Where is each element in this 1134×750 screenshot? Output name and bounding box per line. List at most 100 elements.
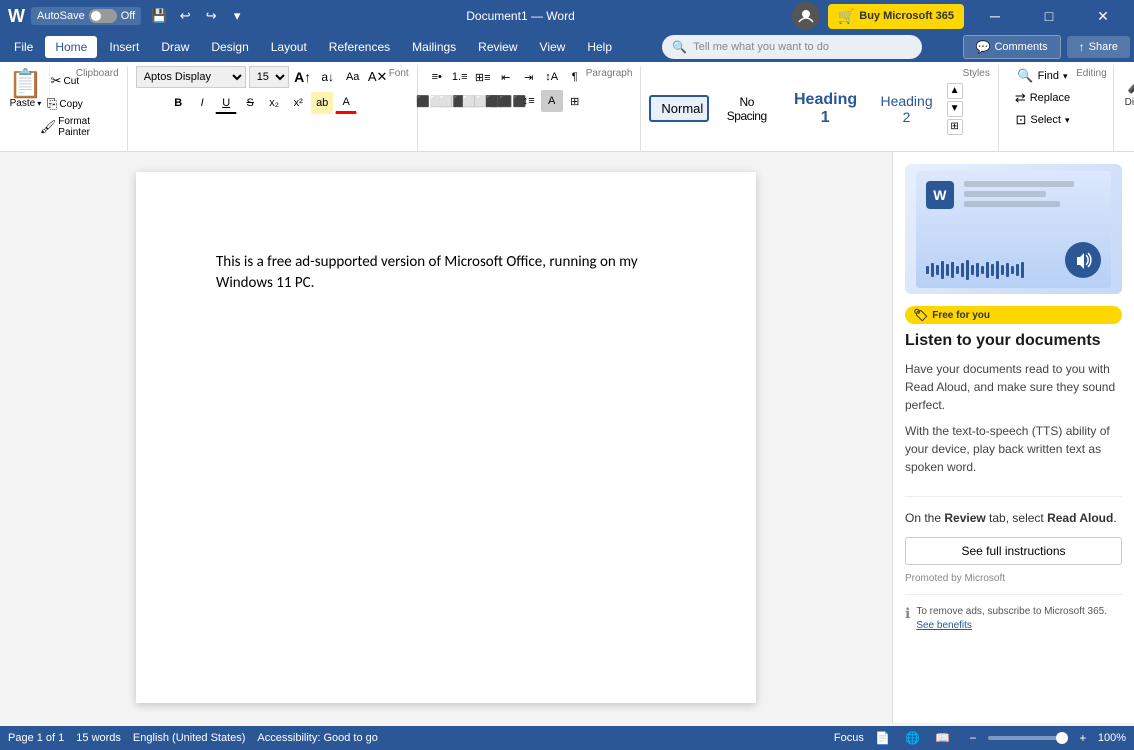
document-area[interactable]: This is a free ad-supported version of M… — [0, 152, 892, 723]
buy-label: Buy Microsoft 365 — [859, 10, 954, 22]
styles-expand[interactable]: ⊞ — [947, 119, 963, 135]
search-placeholder: Tell me what you want to do — [693, 41, 829, 53]
show-marks-button[interactable]: ¶ — [564, 66, 586, 88]
paragraph-group: ≡• 1.≡ ⊞≡ ⇤ ⇥ ↕A ¶ ⬛⬜⬜ ⬜⬛⬜ ⬜⬜⬛ ⬛⬛⬛ ↕≡ A … — [418, 66, 642, 151]
font-row-2: B I U S x₂ x² ab A — [167, 92, 357, 114]
justify-button[interactable]: ⬛⬛⬛ — [495, 90, 517, 112]
comments-button[interactable]: 💬 Comments — [963, 35, 1061, 59]
status-right: Focus 📄 🌐 📖 − + 100% — [834, 727, 1126, 749]
paste-button[interactable]: 📋 Paste▾ — [8, 66, 50, 109]
see-benefits-link[interactable]: See benefits — [916, 620, 972, 631]
superscript-button[interactable]: x² — [287, 92, 309, 114]
view-reader-button[interactable]: 📖 — [932, 727, 954, 749]
close-button[interactable]: ✕ — [1080, 0, 1126, 32]
search-container: 🔍 Tell me what you want to do — [624, 35, 960, 59]
menu-bar: File Home Insert Draw Design Layout Refe… — [0, 32, 1134, 62]
info-icon: ℹ — [905, 605, 910, 633]
sort-button[interactable]: ↕A — [541, 66, 563, 88]
replace-button[interactable]: ⇄ Replace — [1009, 88, 1076, 108]
speaker-icon — [1065, 242, 1101, 278]
subscript-button[interactable]: x₂ — [263, 92, 285, 114]
minimize-button[interactable]: ─ — [972, 0, 1018, 32]
increase-indent-button[interactable]: ⇥ — [518, 66, 540, 88]
strikethrough-button[interactable]: S — [239, 92, 261, 114]
menu-view[interactable]: View — [530, 36, 576, 58]
font-size-select[interactable]: 15 — [249, 66, 289, 88]
decrease-font-button[interactable]: a↓ — [317, 66, 339, 88]
title-bar-right: 🛒 Buy Microsoft 365 ─ □ ✕ — [792, 0, 1126, 32]
zoom-in-button[interactable]: + — [1072, 727, 1094, 749]
ad-paragraph1: Have your documents read to you with Rea… — [905, 360, 1122, 414]
style-heading1[interactable]: Heading 1 — [784, 87, 866, 131]
bold-button[interactable]: B — [167, 92, 189, 114]
ribbon-actions: 💬 Comments ↑ Share — [963, 35, 1131, 59]
menu-design[interactable]: Design — [201, 36, 258, 58]
clear-formatting-button[interactable]: A✕ — [367, 66, 389, 88]
see-full-instructions-button[interactable]: See full instructions — [905, 537, 1122, 565]
style-heading2[interactable]: Heading 2 — [870, 89, 942, 129]
shading-button[interactable]: A — [541, 90, 563, 112]
line-spacing-button[interactable]: ↕≡ — [518, 90, 540, 112]
styles-group: Normal No Spacing Heading 1 Heading 2 ▲ … — [641, 66, 998, 151]
change-case-button[interactable]: Aa — [342, 66, 364, 88]
zoom-slider[interactable] — [988, 736, 1068, 740]
undo-button[interactable]: ↩ — [173, 4, 197, 28]
italic-button[interactable]: I — [191, 92, 213, 114]
ad-image: W — [905, 164, 1122, 294]
styles-scroll: ▲ ▼ ⊞ — [947, 83, 963, 135]
maximize-button[interactable]: □ — [1026, 0, 1072, 32]
font-color-button[interactable]: A — [335, 92, 357, 114]
user-avatar[interactable] — [792, 2, 820, 30]
customize-button[interactable]: ▾ — [225, 4, 249, 28]
decrease-indent-button[interactable]: ⇤ — [495, 66, 517, 88]
menu-home[interactable]: Home — [45, 36, 97, 58]
view-print-button[interactable]: 📄 — [872, 727, 894, 749]
select-button[interactable]: ⊡ Select ▾ — [1009, 110, 1075, 130]
increase-font-button[interactable]: A↑ — [292, 66, 314, 88]
borders-button[interactable]: ⊞ — [564, 90, 586, 112]
numbering-button[interactable]: 1.≡ — [449, 66, 471, 88]
format-painter-button[interactable]: 🖌Format Painter — [54, 116, 76, 138]
dictate-button[interactable]: 🎤 Dictate ▾ — [1120, 66, 1134, 122]
text-highlight-button[interactable]: ab — [311, 92, 333, 114]
autosave-label: AutoSave — [37, 10, 85, 22]
style-no-spacing[interactable]: No Spacing — [713, 91, 780, 127]
menu-file[interactable]: File — [4, 36, 43, 58]
document-page[interactable]: This is a free ad-supported version of M… — [136, 172, 756, 703]
page-info: Page 1 of 1 — [8, 732, 64, 744]
find-button[interactable]: 🔍 Find ▾ — [1011, 66, 1073, 86]
search-bar[interactable]: 🔍 Tell me what you want to do — [662, 35, 922, 59]
multilevel-list-button[interactable]: ⊞≡ — [472, 66, 494, 88]
menu-help[interactable]: Help — [577, 36, 622, 58]
menu-review[interactable]: Review — [468, 36, 527, 58]
buy-microsoft365-button[interactable]: 🛒 Buy Microsoft 365 — [828, 4, 964, 29]
view-web-button[interactable]: 🌐 — [902, 727, 924, 749]
styles-scroll-up[interactable]: ▲ — [947, 83, 963, 99]
undo-redo-group: 💾 ↩ ↪ ▾ — [147, 4, 249, 28]
word-app-icon: W — [8, 6, 25, 27]
autosave-toggle[interactable]: AutoSave Off — [31, 7, 141, 25]
voice-group: 🎤 Dictate ▾ Voice — [1114, 66, 1134, 151]
copy-button[interactable]: ⎘Copy — [54, 93, 76, 115]
cut-button[interactable]: ✂Cut — [54, 70, 76, 92]
zoom-control: − + 100% — [962, 727, 1126, 749]
remove-ads-text: To remove ads, subscribe to Microsoft 36… — [916, 605, 1122, 633]
share-button[interactable]: ↑ Share — [1067, 36, 1130, 58]
style-normal[interactable]: Normal — [649, 95, 709, 122]
menu-references[interactable]: References — [319, 36, 400, 58]
menu-draw[interactable]: Draw — [151, 36, 199, 58]
menu-mailings[interactable]: Mailings — [402, 36, 466, 58]
font-name-select[interactable]: Aptos Display — [136, 66, 246, 88]
save-button[interactable]: 💾 — [147, 4, 171, 28]
document-content[interactable]: This is a free ad-supported version of M… — [216, 252, 676, 294]
zoom-out-button[interactable]: − — [962, 727, 984, 749]
focus-label: Focus — [834, 732, 864, 744]
sound-waves — [926, 260, 1056, 280]
bullets-button[interactable]: ≡• — [426, 66, 448, 88]
redo-button[interactable]: ↪ — [199, 4, 223, 28]
styles-scroll-down[interactable]: ▼ — [947, 101, 963, 117]
menu-layout[interactable]: Layout — [261, 36, 317, 58]
menu-insert[interactable]: Insert — [99, 36, 149, 58]
remove-ads-section: ℹ To remove ads, subscribe to Microsoft … — [905, 594, 1122, 633]
underline-button[interactable]: U — [215, 92, 237, 114]
